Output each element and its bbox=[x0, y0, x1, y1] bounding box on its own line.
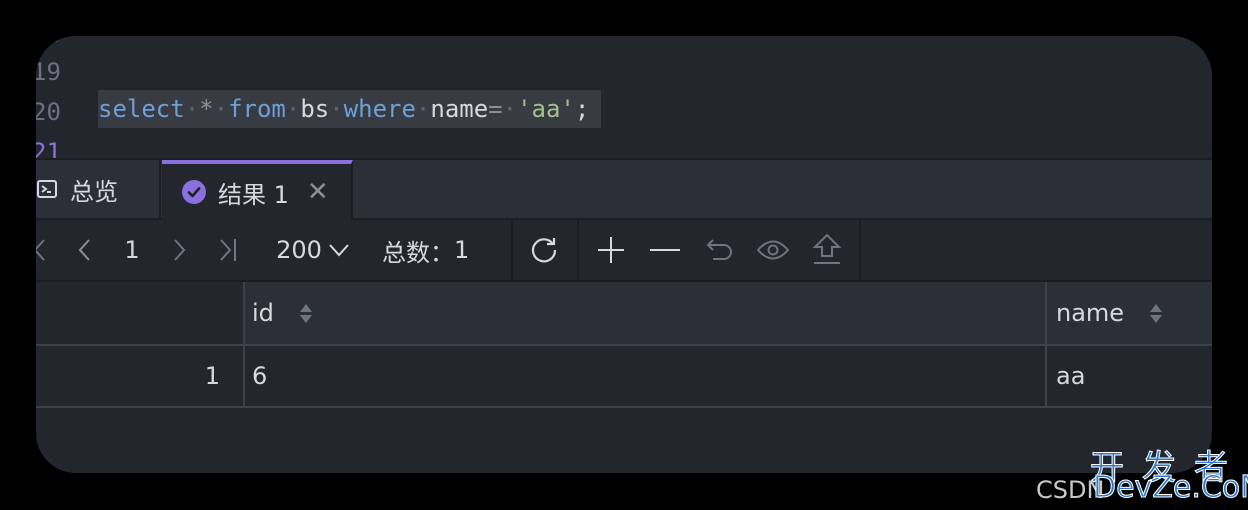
table-row[interactable]: 1 6 aa bbox=[36, 346, 1212, 406]
tab-label: 总览 bbox=[70, 177, 118, 206]
tab-result-1[interactable]: 结果 1 ✕ bbox=[162, 160, 353, 220]
sql-editor[interactable]: 18 19 20 select·*·from·bs·where·name=·'a… bbox=[36, 36, 1212, 166]
keyword-from: from bbox=[228, 95, 286, 123]
preview-icon bbox=[757, 240, 789, 260]
sort-icon[interactable] bbox=[299, 303, 312, 323]
commit-icon bbox=[813, 234, 841, 264]
equals-operator: = bbox=[488, 95, 503, 123]
sql-client-window: 18 19 20 select·*·from·bs·where·name=·'a… bbox=[36, 36, 1212, 473]
tab-overview[interactable]: 总览 bbox=[36, 160, 161, 218]
string-literal: 'aa' bbox=[517, 95, 575, 123]
cell-name[interactable]: aa bbox=[1046, 346, 1212, 406]
row-number: 1 bbox=[204, 362, 220, 390]
keyword-select: select bbox=[98, 95, 185, 123]
undo-button[interactable] bbox=[702, 220, 736, 280]
cell-id[interactable]: 6 bbox=[244, 346, 1046, 406]
column-header-name[interactable]: name bbox=[1046, 282, 1212, 344]
grid-header-row: id name bbox=[36, 282, 1212, 344]
total-value: 1 bbox=[454, 236, 470, 264]
keyword-where: where bbox=[343, 95, 416, 123]
check-circle-icon bbox=[182, 180, 206, 204]
column-title: name bbox=[1056, 299, 1125, 327]
next-page-icon bbox=[174, 239, 186, 261]
editor-line: 19 bbox=[36, 52, 1212, 92]
toolbar-divider bbox=[577, 220, 579, 280]
page-size-select[interactable]: 200 bbox=[272, 220, 354, 280]
console-icon bbox=[36, 178, 58, 200]
row-divider bbox=[36, 406, 1212, 408]
line-number: 20 bbox=[36, 98, 61, 126]
editor-line-query[interactable]: 20 select·*·from·bs·where·name=·'aa'; bbox=[36, 90, 1212, 132]
column-title: id bbox=[252, 299, 274, 327]
prev-page-icon bbox=[78, 239, 90, 261]
chevron-down-icon bbox=[329, 244, 349, 257]
star-operator: * bbox=[199, 95, 214, 123]
column-name: name bbox=[430, 95, 489, 123]
add-row-icon bbox=[598, 237, 624, 263]
prev-page-button[interactable] bbox=[72, 220, 96, 280]
sort-icon[interactable] bbox=[1150, 303, 1163, 323]
column-divider bbox=[1045, 282, 1047, 406]
commit-button[interactable] bbox=[810, 220, 844, 280]
refresh-icon bbox=[531, 238, 557, 263]
watermark-en: DevZe.CoM bbox=[1092, 470, 1248, 506]
last-page-button[interactable] bbox=[216, 220, 240, 280]
first-page-icon bbox=[36, 239, 45, 261]
add-row-button[interactable] bbox=[594, 220, 628, 280]
last-page-icon bbox=[220, 239, 236, 261]
column-divider bbox=[243, 282, 245, 406]
tab-label: 结果 1 bbox=[218, 180, 289, 209]
delete-row-icon bbox=[650, 249, 680, 251]
toolbar-divider bbox=[511, 220, 513, 280]
sql-query[interactable]: select·*·from·bs·where·name=·'aa'; bbox=[98, 90, 602, 128]
column-header-id[interactable]: id bbox=[244, 282, 1046, 344]
total-count: 总数： 1 bbox=[382, 220, 476, 280]
refresh-button[interactable] bbox=[526, 220, 562, 280]
table-name: bs bbox=[300, 95, 330, 123]
toolbar-divider bbox=[859, 220, 861, 280]
close-icon[interactable]: ✕ bbox=[307, 177, 329, 207]
delete-row-button[interactable] bbox=[648, 220, 682, 280]
result-tabs: 总览 结果 1 ✕ bbox=[36, 158, 1212, 220]
first-page-button[interactable] bbox=[36, 220, 52, 280]
next-page-button[interactable] bbox=[168, 220, 192, 280]
undo-icon bbox=[706, 239, 732, 260]
result-toolbar: 1 200 总数： 1 bbox=[36, 220, 1212, 282]
total-label: 总数： bbox=[382, 238, 454, 267]
preview-button[interactable] bbox=[756, 220, 790, 280]
rownum-header bbox=[36, 282, 244, 344]
page-size-value: 200 bbox=[276, 236, 322, 264]
line-number: 19 bbox=[36, 58, 61, 86]
semicolon: ; bbox=[574, 95, 590, 123]
current-page[interactable]: 1 bbox=[120, 220, 144, 280]
